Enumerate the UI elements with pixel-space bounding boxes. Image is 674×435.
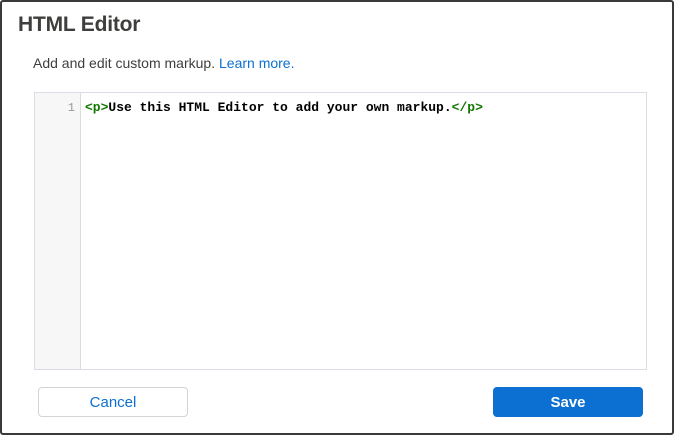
description-text: Add and edit custom markup. (33, 55, 216, 71)
save-button[interactable]: Save (493, 387, 643, 417)
close-tag: </p> (451, 100, 483, 115)
line-number: 1 (67, 101, 75, 115)
code-line[interactable]: <p>Use this HTML Editor to add your own … (85, 100, 642, 115)
open-tag: <p> (85, 100, 109, 115)
html-editor-dialog: HTML Editor Add and edit custom markup. … (0, 0, 674, 435)
learn-more-link[interactable]: Learn more. (219, 55, 294, 71)
dialog-description: Add and edit custom markup. Learn more. (33, 55, 294, 71)
cancel-button[interactable]: Cancel (38, 387, 188, 417)
dialog-title: HTML Editor (18, 13, 141, 36)
line-number-gutter: 1 (35, 93, 81, 369)
code-editor[interactable]: 1 <p>Use this HTML Editor to add your ow… (34, 92, 647, 370)
code-text: Use this HTML Editor to add your own mar… (108, 100, 452, 115)
